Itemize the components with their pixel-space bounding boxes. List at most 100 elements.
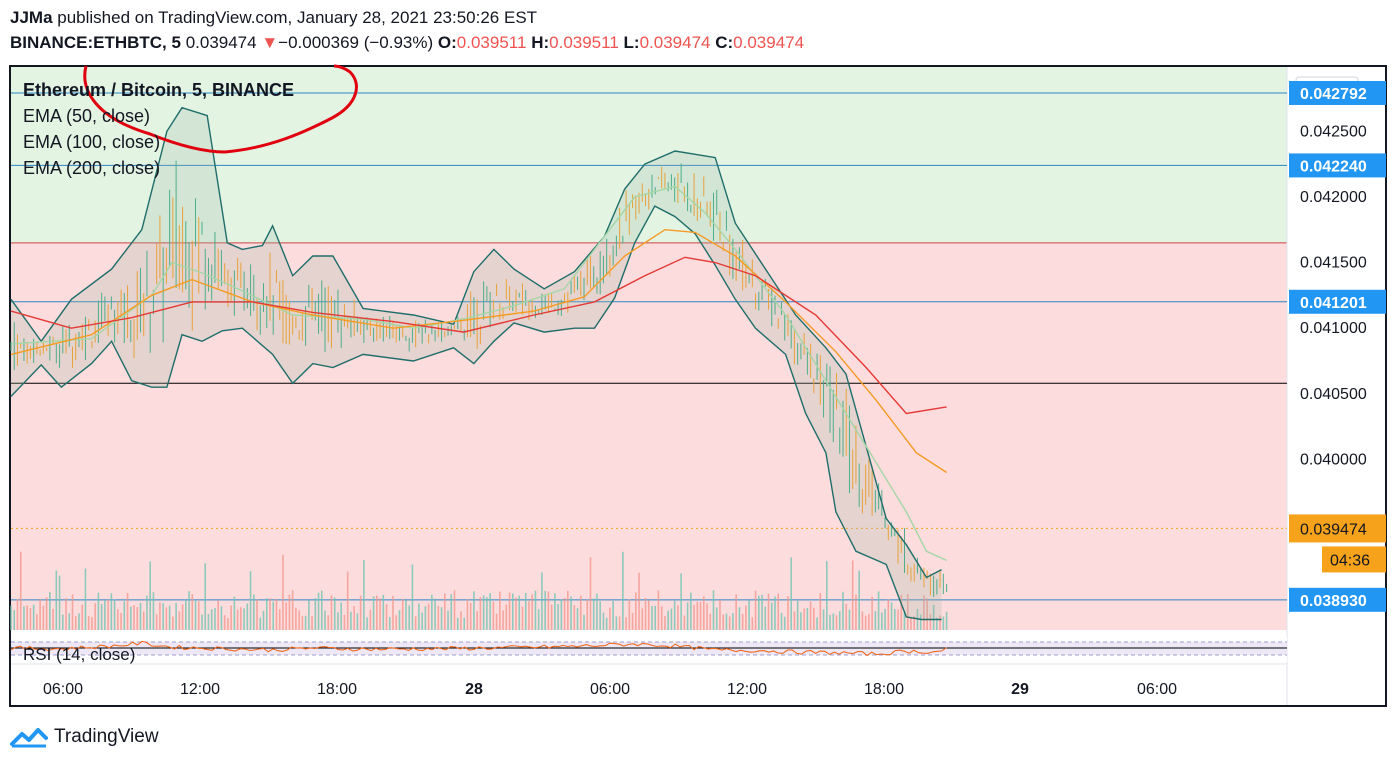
volume-bar xyxy=(884,608,886,630)
volume-bar xyxy=(557,604,559,630)
volume-bar xyxy=(586,599,589,630)
volume-bar xyxy=(421,612,423,630)
volume-bar xyxy=(366,617,368,630)
volume-bar xyxy=(748,600,750,630)
volume-bar xyxy=(942,616,945,630)
volume-bar xyxy=(49,592,51,630)
volume-bar xyxy=(155,614,158,630)
volume-bar xyxy=(10,605,12,630)
volume-bar xyxy=(136,607,139,630)
volume-bar xyxy=(104,600,106,630)
tradingview-logo[interactable]: TradingView xyxy=(10,724,159,750)
volume-bar xyxy=(570,596,572,630)
volume-bar xyxy=(230,605,232,630)
time-tick-label: 06:00 xyxy=(1137,681,1177,698)
volume-bar xyxy=(631,612,634,630)
volume-bar xyxy=(728,616,731,630)
level-price-label: 0.042792 xyxy=(1300,86,1367,103)
volume-bar xyxy=(579,595,582,630)
volume-bar xyxy=(162,603,164,630)
volume-bar xyxy=(486,597,488,630)
volume-bar xyxy=(340,602,343,630)
volume-bar xyxy=(68,613,71,630)
volume-bar xyxy=(214,607,216,630)
volume-bar xyxy=(877,591,880,630)
volume-bar xyxy=(210,609,213,630)
volume-bar xyxy=(456,617,459,630)
volume-bar xyxy=(693,604,695,630)
volume-bar xyxy=(696,601,699,630)
volume-bar xyxy=(897,609,899,630)
volume-bar xyxy=(32,604,35,630)
volume-bar xyxy=(91,617,93,630)
volume-bar xyxy=(660,606,663,630)
volume-bar xyxy=(709,613,712,630)
chart-svg[interactable]: 0.042500 0.042000 0.041500 0.041000 0.040500… xyxy=(0,0,1397,763)
volume-bar xyxy=(437,605,440,630)
volume-bar xyxy=(567,590,569,630)
volume-bar xyxy=(719,599,721,630)
volume-bar xyxy=(175,602,177,630)
volume-bar xyxy=(816,617,818,630)
ema100-legend: EMA (100, close) xyxy=(23,132,161,152)
volume-bar xyxy=(126,592,129,630)
volume-bar xyxy=(647,600,650,630)
volume-bar xyxy=(524,592,527,630)
volume-bar xyxy=(657,590,660,630)
volume-bar xyxy=(78,613,80,630)
ema50-legend: EMA (50, close) xyxy=(23,106,151,126)
volume-bar xyxy=(573,605,576,630)
volume-bar xyxy=(783,616,786,630)
ema200-legend: EMA (200, close) xyxy=(23,158,161,178)
volume-bar xyxy=(39,598,41,630)
volume-bar xyxy=(139,602,142,630)
volume-bar xyxy=(324,610,326,630)
price-tick-label: 0.040500 xyxy=(1300,386,1367,403)
volume-bar xyxy=(796,600,799,630)
volume-bar xyxy=(120,612,122,630)
volume-bar xyxy=(217,600,219,630)
level-price-label: 0.042240 xyxy=(1300,158,1367,175)
volume-bar xyxy=(793,611,796,630)
volume-bar xyxy=(87,615,90,630)
volume-bar xyxy=(780,612,783,630)
volume-bar xyxy=(473,591,475,630)
volume-bar xyxy=(890,602,893,630)
volume-bar xyxy=(204,563,207,630)
price-tick-label: 0.042500 xyxy=(1300,123,1367,140)
volume-bar xyxy=(13,610,16,630)
volume-bar xyxy=(554,593,556,630)
volume-bar xyxy=(29,608,32,630)
volume-bar xyxy=(256,599,258,630)
volume-bar xyxy=(605,617,608,630)
volume-bar xyxy=(732,613,734,630)
volume-bar xyxy=(677,605,679,630)
volume-bar xyxy=(505,604,508,630)
volume-bar xyxy=(825,561,828,630)
volume-bar xyxy=(269,598,271,630)
volume-bar xyxy=(515,597,517,630)
volume-bar xyxy=(910,617,912,630)
volume-bar xyxy=(686,602,689,630)
volume-bar xyxy=(803,608,805,630)
volume-bar xyxy=(583,614,585,630)
volume-bar xyxy=(761,594,763,630)
volume-bar xyxy=(282,554,284,630)
volume-bar xyxy=(764,606,767,630)
volume-bar xyxy=(476,611,478,630)
price-tick-label: 0.042000 xyxy=(1300,189,1367,206)
volume-bar xyxy=(622,551,624,630)
tradingview-cloud-icon xyxy=(10,728,48,748)
volume-bar xyxy=(845,603,848,630)
volume-bar xyxy=(314,598,317,630)
volume-bar xyxy=(197,601,200,630)
volume-bar xyxy=(243,608,245,630)
volume-bar xyxy=(343,614,346,630)
volume-bar xyxy=(673,600,676,630)
volume-bar xyxy=(822,609,825,630)
volume-bar xyxy=(887,599,890,630)
volume-bar xyxy=(398,610,401,630)
time-tick-label: 18:00 xyxy=(317,681,357,698)
volume-bar xyxy=(864,615,867,630)
volume-bar xyxy=(832,613,835,630)
